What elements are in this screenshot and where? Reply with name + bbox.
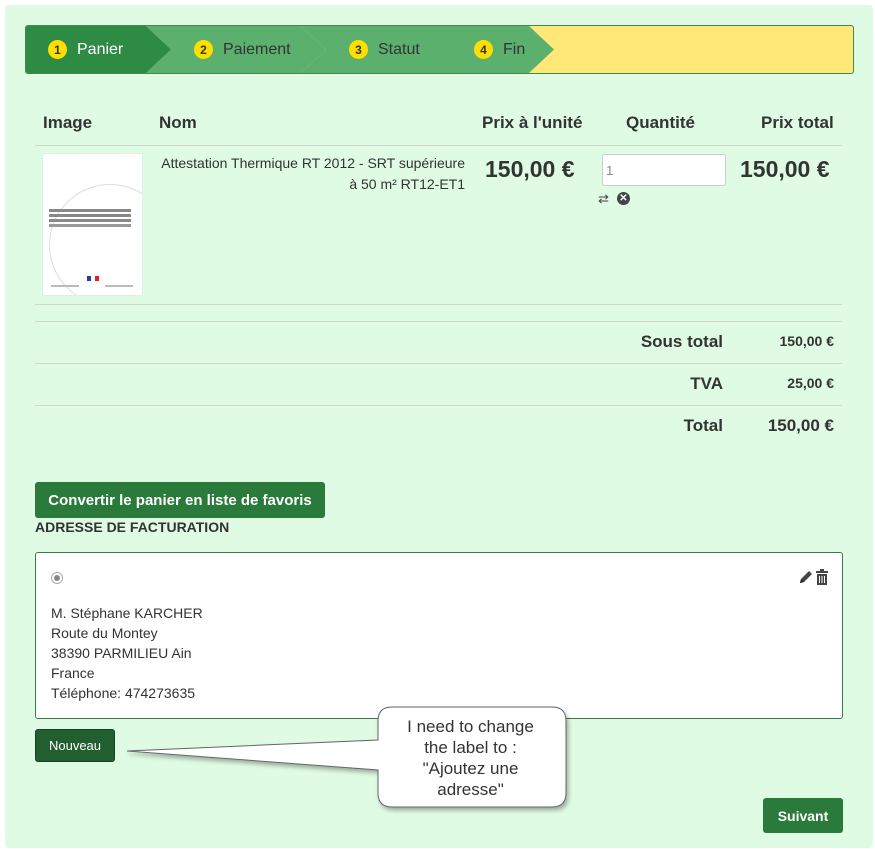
- flag-icon: [87, 276, 99, 281]
- next-button[interactable]: Suivant: [763, 798, 843, 833]
- step-label: Panier: [77, 40, 124, 58]
- step-label: Fin: [503, 40, 526, 58]
- address-name: M. Stéphane KARCHER: [51, 605, 203, 621]
- total-label: Total: [683, 416, 723, 435]
- address-country: France: [51, 665, 95, 681]
- thumb-footer: [105, 285, 133, 287]
- refresh-icon[interactable]: ⇄: [598, 191, 609, 207]
- address-radio[interactable]: [51, 572, 63, 584]
- step-label: Paiement: [223, 40, 291, 58]
- thumb-text: [49, 209, 131, 212]
- callout-line: "Ajoutez une: [422, 759, 519, 778]
- step-number: 3: [349, 40, 368, 59]
- address-city: 38390 PARMILIEU Ain: [51, 645, 192, 661]
- header-image: Image: [43, 113, 93, 132]
- unit-price: 150,00 €: [485, 156, 575, 182]
- callout-line: I need to change: [407, 717, 534, 736]
- callout-line: the label to :: [424, 738, 517, 757]
- subtotal-value: 150,00 €: [779, 333, 835, 349]
- total-value: 150,00 €: [767, 416, 834, 435]
- convert-to-wishlist-button[interactable]: Convertir le panier en liste de favoris: [35, 482, 325, 518]
- step-statut[interactable]: 3 Statut: [301, 26, 471, 73]
- checkout-stepper: 1 Panier 2 Paiement 3 Statut 4 Fin: [25, 25, 854, 74]
- step-label: Statut: [378, 40, 420, 58]
- table-divider: [35, 145, 842, 146]
- table-divider: [35, 363, 842, 364]
- billing-address-title: ADRESSE DE FACTURATION: [35, 519, 230, 535]
- header-total-price: Prix total: [761, 113, 834, 132]
- subtotal-label: Sous total: [640, 332, 723, 351]
- pencil-icon[interactable]: [798, 569, 814, 585]
- product-thumbnail[interactable]: [43, 154, 142, 295]
- address-text: M. Stéphane KARCHER Route du Montey 3839…: [51, 603, 203, 703]
- new-address-button[interactable]: Nouveau: [35, 729, 115, 762]
- step-number: 2: [194, 40, 213, 59]
- header-quantity: Quantité: [626, 113, 695, 132]
- step-panier[interactable]: 1 Panier: [26, 26, 171, 73]
- tax-label: TVA: [690, 374, 723, 393]
- address-phone: Téléphone: 474273635: [51, 685, 196, 701]
- tax-value: 25,00 €: [787, 375, 834, 391]
- thumb-footer: [51, 285, 79, 287]
- address-street: Route du Montey: [51, 625, 158, 641]
- remove-icon[interactable]: ✕: [617, 192, 630, 205]
- step-paiement[interactable]: 2 Paiement: [146, 26, 326, 73]
- callout-line: adresse": [437, 780, 504, 799]
- billing-address-card: M. Stéphane KARCHER Route du Montey 3839…: [35, 552, 843, 719]
- product-name[interactable]: Attestation Thermique RT 2012 - SRT supé…: [150, 153, 465, 195]
- header-name: Nom: [159, 113, 197, 132]
- callout-text: I need to change the label to : "Ajoutez…: [378, 716, 563, 800]
- step-number: 4: [474, 40, 493, 59]
- trash-icon[interactable]: [816, 569, 828, 585]
- table-divider: [35, 321, 842, 322]
- total-price: 150,00 €: [740, 156, 830, 182]
- quantity-input[interactable]: [602, 154, 726, 186]
- header-unit-price: Prix à l'unité: [482, 113, 583, 132]
- table-divider: [35, 304, 842, 305]
- step-number: 1: [48, 40, 67, 59]
- table-divider: [35, 405, 842, 406]
